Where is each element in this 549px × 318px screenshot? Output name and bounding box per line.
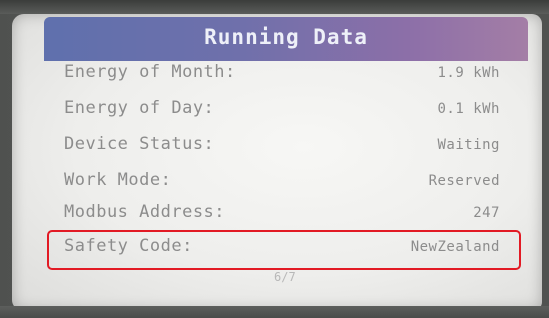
device-status-value: Waiting [437,137,500,153]
energy-of-month-value: 1.9 kWh [437,65,500,81]
row-modbus-address: Modbus Address: 247 [64,202,500,232]
device-photo: Running Data Energy of Month: 1.9 kWh En… [0,0,549,318]
safety-code-highlight-box [47,230,521,270]
row-energy-of-day: Energy of Day: 0.1 kWh [64,98,500,128]
page-indicator: 6/7 [274,270,296,284]
row-device-status: Device Status: Waiting [64,134,500,164]
energy-of-day-label: Energy of Day: [64,98,215,118]
row-energy-of-month: Energy of Month: 1.9 kWh [64,62,500,92]
energy-of-day-value: 0.1 kWh [437,101,500,117]
modbus-address-value: 247 [473,205,500,221]
screen-title: Running Data [204,25,368,49]
energy-of-month-label: Energy of Month: [64,62,236,82]
work-mode-label: Work Mode: [64,170,172,190]
modbus-address-label: Modbus Address: [64,202,226,222]
title-bar: Running Data [44,17,528,61]
work-mode-value: Reserved [428,173,500,189]
device-status-label: Device Status: [64,134,215,154]
lcd-screen: Running Data Energy of Month: 1.9 kWh En… [12,14,542,310]
device-bezel-bottom [0,306,549,318]
device-bezel-top [0,0,549,14]
row-work-mode: Work Mode: Reserved [64,170,500,200]
